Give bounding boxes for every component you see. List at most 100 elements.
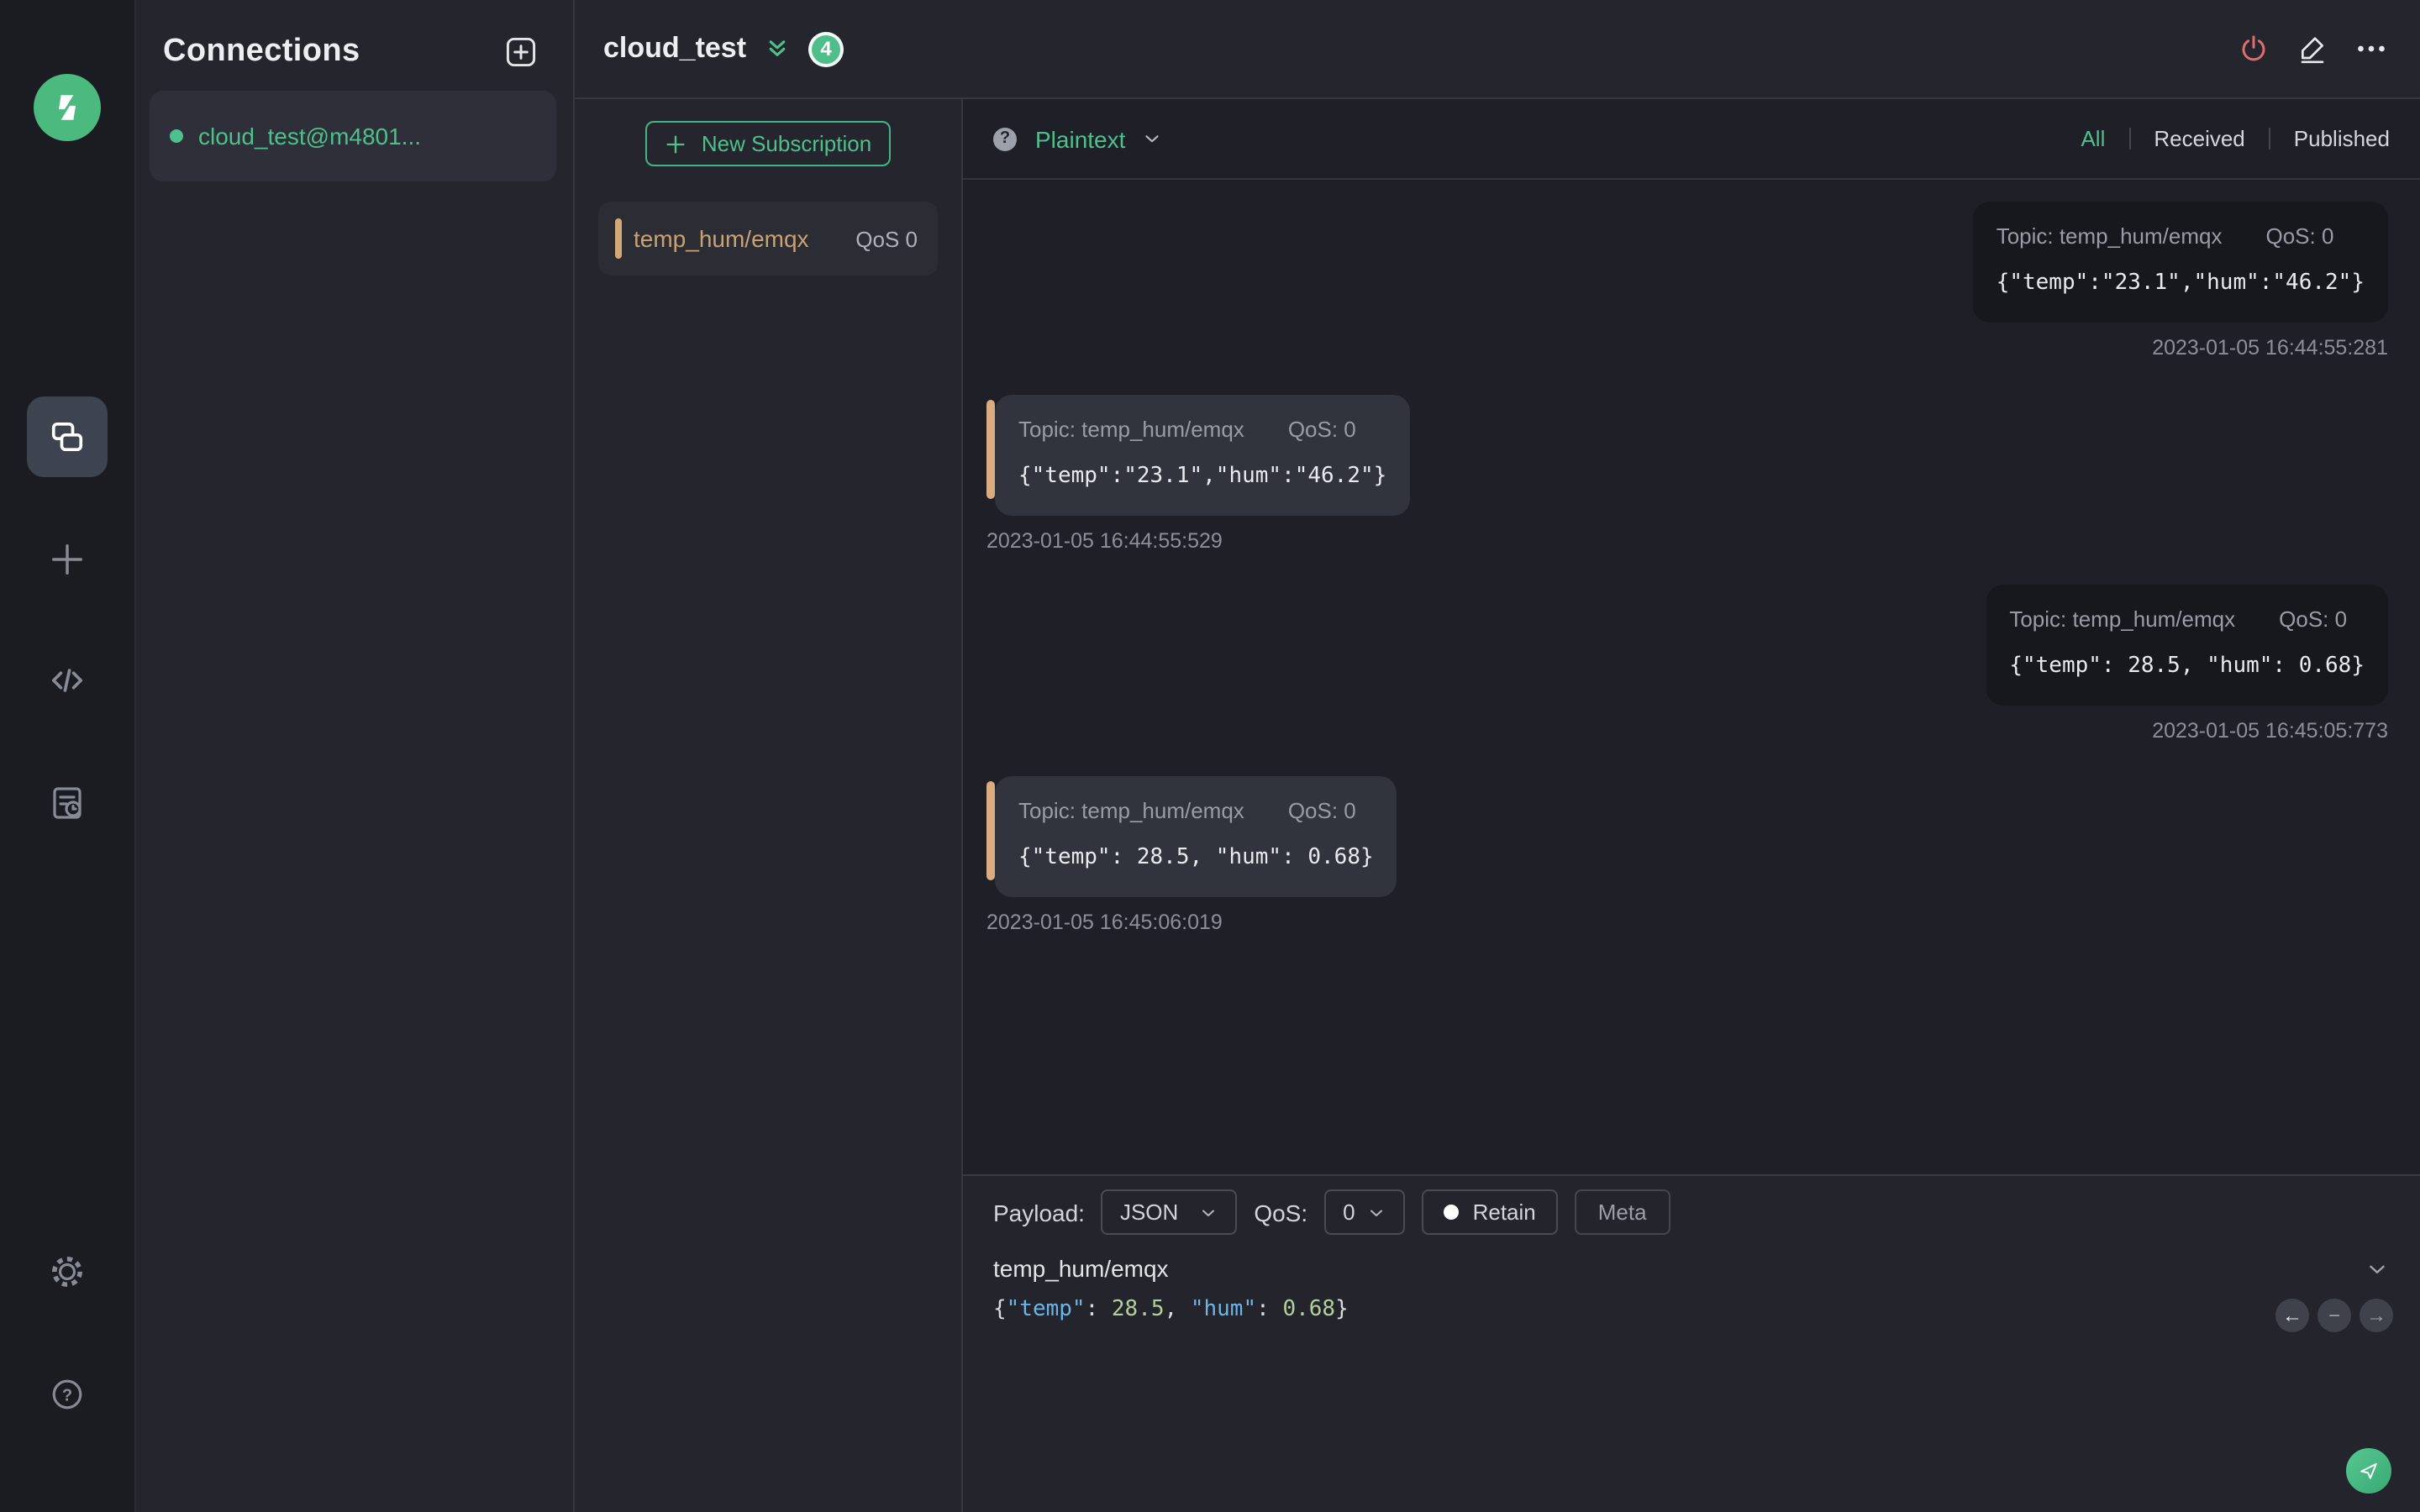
nav-help[interactable]: ? (27, 1354, 108, 1435)
payload-format-select[interactable]: JSON (1101, 1189, 1238, 1235)
payload-token: 0.68 (1282, 1297, 1336, 1322)
history-next-button[interactable]: → (2360, 1299, 2393, 1332)
connection-body: New Subscription temp_hum/emqx QoS 0 ? P… (575, 99, 2420, 1512)
connections-header: Connections (136, 0, 573, 77)
retain-toggle[interactable]: Retain (1422, 1189, 1558, 1235)
message-item-received: Topic: temp_hum/emqx QoS: 0 {"temp":"23.1"… (986, 395, 2388, 554)
payload-token: : (1085, 1297, 1112, 1322)
nav-script[interactable] (27, 640, 108, 721)
more-options-button[interactable] (2354, 32, 2388, 66)
message-timestamp: 2023-01-05 16:44:55:281 (2152, 336, 2388, 360)
log-icon (53, 787, 82, 819)
history-remove-button[interactable]: − (2317, 1299, 2351, 1332)
message-meta: Topic: temp_hum/emqx QoS: 0 (2009, 606, 2365, 633)
connections-icon (51, 422, 83, 452)
topic-input-row: temp_hum/emqx (993, 1255, 2390, 1282)
filter-all[interactable]: All (2081, 126, 2105, 151)
message-topic: Topic: temp_hum/emqx (1996, 223, 2223, 249)
message-topic: Topic: temp_hum/emqx (2009, 606, 2236, 632)
pencil-icon (2301, 37, 2324, 64)
message-timestamp: 2023-01-05 16:45:06:019 (986, 911, 1223, 934)
message-qos: QoS: 0 (1287, 798, 1356, 823)
nav-new-connection[interactable] (27, 519, 108, 600)
subscription-item[interactable]: temp_hum/emqx QoS 0 (598, 202, 938, 276)
payload-help-icon[interactable]: ? (993, 127, 1017, 150)
qos-value: 0 (1343, 1200, 1355, 1225)
filter-published[interactable]: Published (2294, 126, 2390, 151)
nav-log[interactable] (27, 763, 108, 843)
message-payload: {"temp": 28.5, "hum": 0.68} (2009, 654, 2365, 679)
message-qos: QoS: 0 (2279, 606, 2348, 632)
payload-token: { (993, 1297, 1007, 1322)
message-list: Topic: temp_hum/emqx QoS: 0 {"temp":"23.1"… (963, 180, 2420, 1174)
send-button[interactable] (2346, 1448, 2391, 1494)
qos-select[interactable]: 0 (1324, 1189, 1406, 1235)
payload-editor[interactable]: {"temp": 28.5, "hum": 0.68} (993, 1297, 2390, 1324)
plus-icon (667, 134, 686, 153)
messages-panel: ? Plaintext All Received Published Topic… (961, 99, 2420, 1512)
connection-header: cloud_test 4 (575, 0, 2420, 99)
plus-icon (52, 544, 82, 575)
help-icon: ? (52, 1379, 82, 1410)
qos-label: QoS: (1254, 1199, 1308, 1226)
double-chevron-down-icon[interactable] (763, 34, 792, 63)
payload-token: "hum" (1190, 1297, 1257, 1322)
publish-controls: Payload: JSON QoS: 0 Retain Meta (993, 1189, 2390, 1235)
payload-format-label[interactable]: Plaintext (1035, 125, 1125, 152)
subscriptions-panel: New Subscription temp_hum/emqx QoS 0 (575, 99, 961, 1512)
message-bubble: Topic: temp_hum/emqx QoS: 0 {"temp": 28.5,… (995, 776, 1397, 897)
subscription-qos: QoS 0 (855, 226, 918, 251)
plus-square-icon (506, 37, 536, 67)
message-timestamp: 2023-01-05 16:44:55:529 (986, 529, 1223, 553)
connection-name: cloud_test@m4801... (198, 123, 422, 150)
message-payload: {"temp":"23.1","hum":"46.2"} (1018, 464, 1387, 489)
chevron-down-icon[interactable] (1140, 128, 1162, 150)
new-subscription-button[interactable]: New Subscription (645, 121, 891, 166)
message-payload: {"temp":"23.1","hum":"46.2"} (1996, 270, 2365, 296)
history-prev-button[interactable]: ← (2275, 1299, 2309, 1332)
connection-item[interactable]: cloud_test@m4801... (150, 91, 556, 181)
subscription-topic: temp_hum/emqx (634, 225, 809, 252)
connection-title: cloud_test (603, 32, 747, 64)
connections-title: Connections (163, 34, 360, 69)
message-item-published: Topic: temp_hum/emqx QoS: 0 {"temp":"23.1"… (986, 202, 2388, 361)
message-meta: Topic: temp_hum/emqx QoS: 0 (1996, 223, 2365, 250)
message-timestamp: 2023-01-05 16:45:05:773 (2152, 719, 2388, 743)
send-icon (2360, 1462, 2377, 1479)
topic-input[interactable]: temp_hum/emqx (993, 1255, 1169, 1282)
power-icon (2242, 35, 2265, 61)
retain-label: Retain (1472, 1200, 1536, 1225)
publish-panel: Payload: JSON QoS: 0 Retain Meta temp_hu… (963, 1174, 2420, 1512)
message-bubble-wrap: Topic: temp_hum/emqx QoS: 0 {"temp": 28.5,… (1986, 585, 2388, 706)
filter-divider (2268, 128, 2270, 150)
subscription-accent-bar (615, 218, 622, 259)
message-qos: QoS: 0 (1287, 417, 1356, 442)
meta-button[interactable]: Meta (1574, 1189, 1670, 1235)
payload-label: Payload: (993, 1199, 1085, 1226)
message-bubble: Topic: temp_hum/emqx QoS: 0 {"temp": 28.5,… (1986, 585, 2388, 706)
connections-panel: Connections cloud_test@m4801... (136, 0, 573, 1512)
new-subscription-label: New Subscription (701, 131, 872, 156)
payload-token: , (1164, 1297, 1191, 1322)
message-filters: All Received Published (2081, 126, 2390, 151)
right-region: cloud_test 4 New Subscription temp_hum/e… (573, 0, 2420, 1512)
message-bubble: Topic: temp_hum/emqx QoS: 0 {"temp":"23.1"… (1972, 202, 2388, 323)
mqttx-app: ? Connections cloud_test@m4801... cloud_… (0, 0, 2420, 1512)
message-topic: Topic: temp_hum/emqx (1018, 417, 1244, 442)
add-connection-button[interactable] (502, 34, 539, 71)
payload-token: 28.5 (1111, 1297, 1165, 1322)
message-item-received: Topic: temp_hum/emqx QoS: 0 {"temp": 28.5,… (986, 776, 2388, 936)
filter-received[interactable]: Received (2154, 126, 2244, 151)
nav-connections[interactable] (27, 396, 108, 477)
message-meta: Topic: temp_hum/emqx QoS: 0 (1018, 798, 1374, 825)
payload-token: : (1256, 1297, 1283, 1322)
edit-connection-button[interactable] (2296, 32, 2329, 66)
chevron-down-icon (1202, 1209, 1215, 1215)
nav-settings[interactable] (27, 1231, 108, 1312)
mqttx-logo (34, 74, 101, 141)
message-qos: QoS: 0 (2265, 223, 2334, 249)
disconnect-button[interactable] (2237, 32, 2270, 66)
collapse-editor-button[interactable] (2365, 1256, 2390, 1281)
gear-icon (52, 1257, 82, 1287)
retain-dot-icon (1444, 1205, 1460, 1220)
